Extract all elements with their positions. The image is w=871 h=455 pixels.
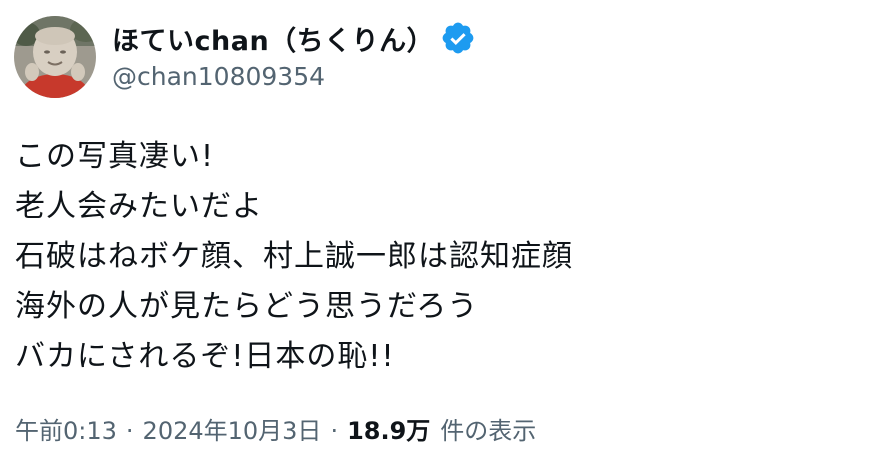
tweet-line: この写真凄い! [15, 139, 215, 174]
post-time[interactable]: 午前0:13 [15, 411, 117, 446]
meta-separator: · [330, 417, 339, 445]
verified-badge-icon[interactable] [440, 20, 476, 56]
meta-separator: · [125, 417, 134, 445]
author-block: ほていchan（ちくりん） @chan10809354 [112, 18, 851, 91]
view-count[interactable]: 18.9万 [347, 411, 430, 446]
avatar-image [14, 16, 96, 98]
tweet-text: この写真凄い! 老人会みたいだよ 石破はねボケ顔、村上誠一郎は認知症顔 海外の人… [15, 132, 835, 382]
tweet-meta: 午前0:13 · 2024年10月3日 · 18.9万 件の表示 [15, 411, 536, 446]
tweet-line: バカにされるぞ!日本の恥!! [15, 339, 395, 374]
name-row: ほていchan（ちくりん） [112, 18, 851, 58]
avatar[interactable] [14, 16, 96, 98]
tweet-line: 老人会みたいだよ [15, 189, 263, 224]
tweet-line: 海外の人が見たらどう思うだろう [15, 289, 479, 324]
display-name[interactable]: ほていchan（ちくりん） [112, 19, 434, 58]
post-date[interactable]: 2024年10月3日 [143, 411, 322, 446]
view-count-label: 件の表示 [440, 417, 537, 445]
tweet-line: 石破はねボケ顔、村上誠一郎は認知症顔 [15, 239, 573, 274]
tweet: ほていchan（ちくりん） @chan10809354 この写真凄い! 老人会み… [0, 0, 871, 455]
user-handle[interactable]: @chan10809354 [112, 62, 851, 91]
